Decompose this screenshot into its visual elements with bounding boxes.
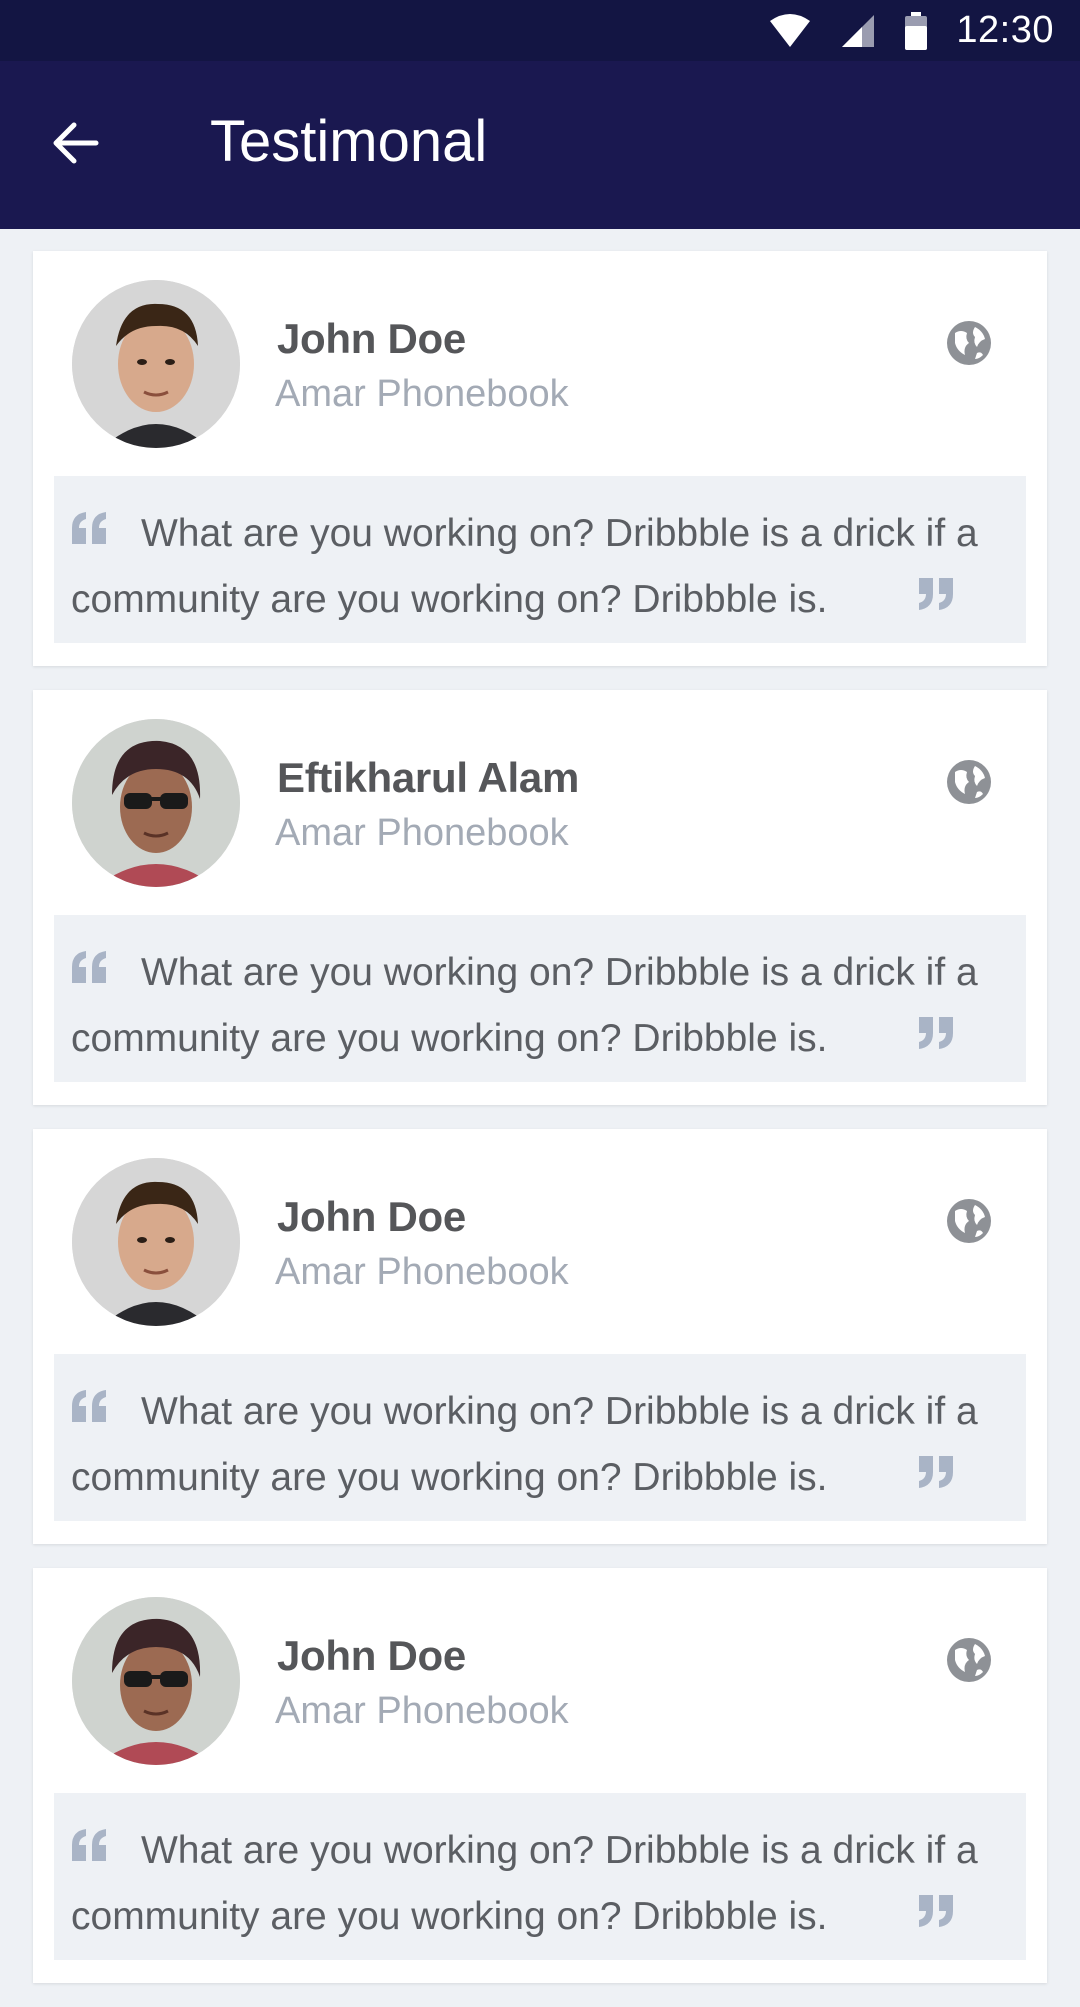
status-icons: 12:30 [768,0,1054,61]
testimonial-quote: What are you working on? Dribbble is a d… [71,1390,978,1499]
page-title: Testimonal [210,109,488,174]
globe-icon[interactable] [945,1636,993,1684]
avatar [72,1597,240,1765]
testimonial-quote: What are you working on? Dribbble is a d… [71,1829,978,1938]
status-bar: 12:30 [0,0,1080,61]
status-time: 12:30 [956,9,1054,51]
man-portrait-avatar [72,280,240,448]
testimonial-card: Eftikharul Alam Amar Phonebook What are … [33,690,1047,1105]
app-bar: Testimonal [0,61,1080,229]
testimonial-quote: What are you working on? Dribbble is a d… [71,512,978,621]
man-sunglasses-avatar [72,1597,240,1765]
quote-box: What are you working on? Dribbble is a d… [54,915,1026,1082]
globe-icon[interactable] [945,1197,993,1245]
quote-close-icon [919,1017,953,1049]
quote-close-icon [919,1895,953,1927]
quote-box: What are you working on? Dribbble is a d… [54,1354,1026,1521]
battery-icon [905,11,928,50]
avatar [72,280,240,448]
wifi-icon [770,13,811,47]
testimonial-card: John Doe Amar Phonebook What are you wor… [33,1568,1047,1983]
quote-box: What are you working on? Dribbble is a d… [54,476,1026,643]
globe-icon[interactable] [945,758,993,806]
testimonial-company: Amar Phonebook [275,373,569,415]
arrow-back-icon[interactable] [46,113,106,173]
testimonial-card: John Doe Amar Phonebook What are you wor… [33,1129,1047,1544]
testimonial-company: Amar Phonebook [275,1690,569,1732]
testimonial-card: John Doe Amar Phonebook What are you wor… [33,251,1047,666]
testimonial-name: Eftikharul Alam [277,754,580,801]
quote-close-icon [919,578,953,610]
testimonial-name: John Doe [277,315,466,362]
testimonial-name: John Doe [277,1632,466,1679]
avatar [72,719,240,887]
man-portrait-avatar [72,1158,240,1326]
quote-close-icon [919,1456,953,1488]
testimonial-name: John Doe [277,1193,466,1240]
man-sunglasses-avatar [72,719,240,887]
avatar [72,1158,240,1326]
testimonial-quote: What are you working on? Dribbble is a d… [71,951,978,1060]
testimonial-list: John Doe Amar Phonebook What are you wor… [33,251,1047,2007]
testimonial-company: Amar Phonebook [275,812,569,854]
testimonial-company: Amar Phonebook [275,1251,569,1293]
signal-icon [842,14,875,47]
quote-box: What are you working on? Dribbble is a d… [54,1793,1026,1960]
globe-icon[interactable] [945,319,993,367]
